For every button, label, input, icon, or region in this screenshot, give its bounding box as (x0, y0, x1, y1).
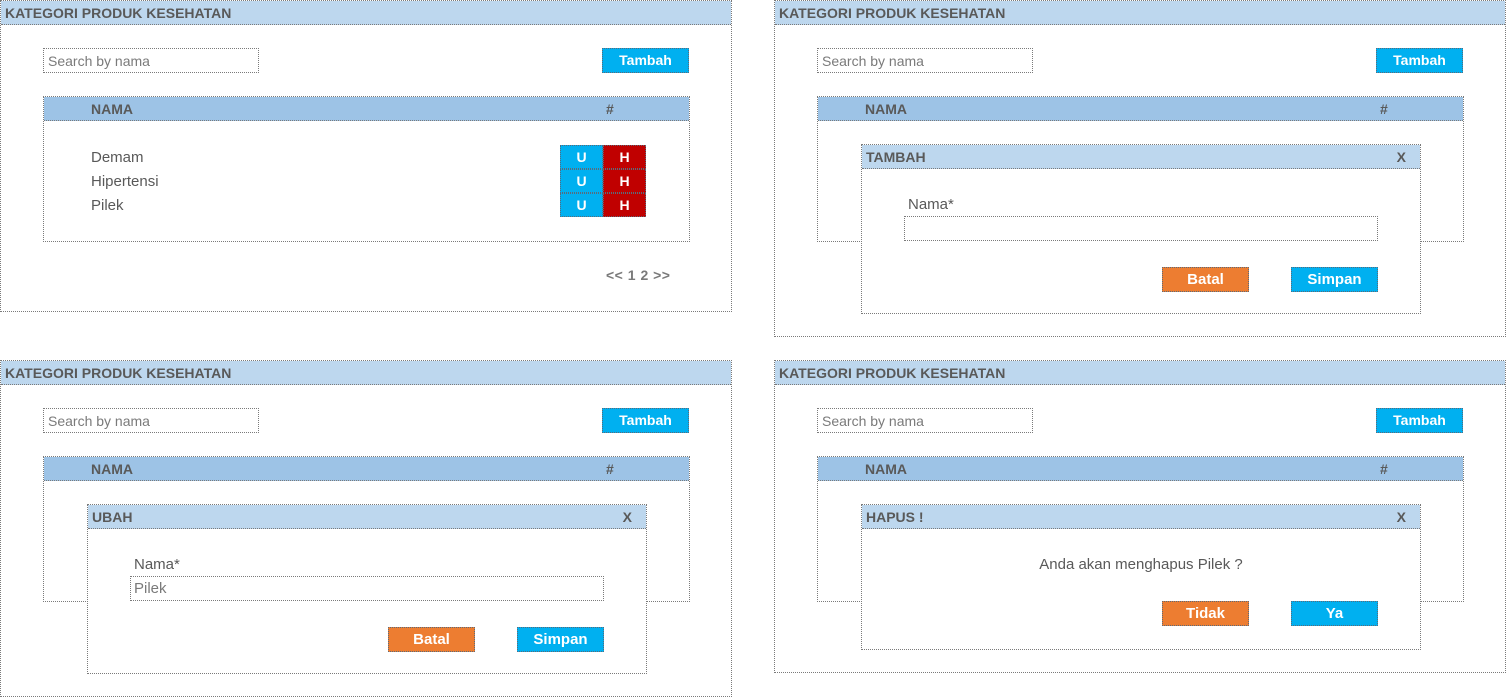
search-input[interactable] (43, 48, 259, 73)
add-button[interactable]: Tambah (1376, 408, 1463, 433)
close-button[interactable]: X (623, 505, 632, 529)
search-input[interactable] (43, 408, 259, 433)
column-header-actions: # (606, 461, 614, 477)
edit-button[interactable]: U (560, 193, 603, 217)
dialog-header: TAMBAH X (862, 145, 1420, 169)
save-button[interactable]: Simpan (517, 627, 604, 652)
panel-edit: KATEGORI PRODUK KESEHATAN Tambah NAMA # … (0, 360, 732, 697)
delete-dialog: HAPUS ! X Anda akan menghapus Pilek ? Ti… (861, 504, 1421, 650)
pagination-page[interactable]: 1 (628, 267, 636, 283)
column-header-actions: # (1380, 461, 1388, 477)
add-button[interactable]: Tambah (602, 48, 689, 73)
panel-add: KATEGORI PRODUK KESEHATAN Tambah NAMA # … (774, 0, 1506, 337)
pagination-prev[interactable]: << (606, 267, 623, 283)
panel-list: KATEGORI PRODUK KESEHATAN Tambah NAMA # … (0, 0, 732, 312)
panel-title: KATEGORI PRODUK KESEHATAN (775, 1, 1505, 25)
yes-button[interactable]: Ya (1291, 601, 1378, 626)
dialog-header: HAPUS ! X (862, 505, 1420, 529)
edit-button[interactable]: U (560, 169, 603, 193)
nama-label: Nama* (908, 196, 954, 213)
add-dialog: TAMBAH X Nama* Batal Simpan (861, 144, 1421, 314)
panel-title: KATEGORI PRODUK KESEHATAN (1, 361, 731, 385)
table-header: NAMA # (818, 97, 1463, 121)
nama-label: Nama* (134, 556, 180, 573)
pagination-next[interactable]: >> (653, 267, 670, 283)
edit-dialog: UBAH X Nama* Batal Simpan (87, 504, 647, 674)
delete-button[interactable]: H (603, 145, 646, 169)
pagination-page[interactable]: 2 (640, 267, 648, 283)
edit-button[interactable]: U (560, 145, 603, 169)
panel-delete: KATEGORI PRODUK KESEHATAN Tambah NAMA # … (774, 360, 1506, 673)
table-row-name: Pilek (91, 197, 124, 214)
confirm-message: Anda akan menghapus Pilek ? (1039, 556, 1243, 573)
dialog-title: UBAH (92, 509, 133, 525)
cancel-button[interactable]: Batal (1162, 267, 1249, 292)
column-header-actions: # (1380, 101, 1388, 117)
no-button[interactable]: Tidak (1162, 601, 1249, 626)
column-header-nama: NAMA (865, 461, 907, 477)
table-row-name: Demam (91, 149, 144, 166)
add-button[interactable]: Tambah (602, 408, 689, 433)
table-header: NAMA # (818, 457, 1463, 481)
table-header: NAMA # (44, 457, 689, 481)
column-header-actions: # (606, 101, 614, 117)
close-button[interactable]: X (1397, 505, 1406, 529)
add-button[interactable]: Tambah (1376, 48, 1463, 73)
panel-title: KATEGORI PRODUK KESEHATAN (775, 361, 1505, 385)
dialog-title: HAPUS ! (866, 509, 924, 525)
column-header-nama: NAMA (91, 461, 133, 477)
search-input[interactable] (817, 48, 1033, 73)
column-header-nama: NAMA (865, 101, 907, 117)
dialog-title: TAMBAH (866, 149, 926, 165)
category-table: NAMA # Demam U H Hipertensi U H Pilek U … (43, 96, 690, 242)
cancel-button[interactable]: Batal (388, 627, 475, 652)
table-header: NAMA # (44, 97, 689, 121)
delete-button[interactable]: H (603, 193, 646, 217)
dialog-header: UBAH X (88, 505, 646, 529)
close-button[interactable]: X (1397, 145, 1406, 169)
column-header-nama: NAMA (91, 101, 133, 117)
search-input[interactable] (817, 408, 1033, 433)
delete-button[interactable]: H (603, 169, 646, 193)
panel-title: KATEGORI PRODUK KESEHATAN (1, 1, 731, 25)
table-row-name: Hipertensi (91, 173, 159, 190)
pagination: << 1 2 >> (606, 267, 670, 283)
save-button[interactable]: Simpan (1291, 267, 1378, 292)
nama-field[interactable] (904, 216, 1378, 241)
nama-field[interactable] (130, 576, 604, 601)
